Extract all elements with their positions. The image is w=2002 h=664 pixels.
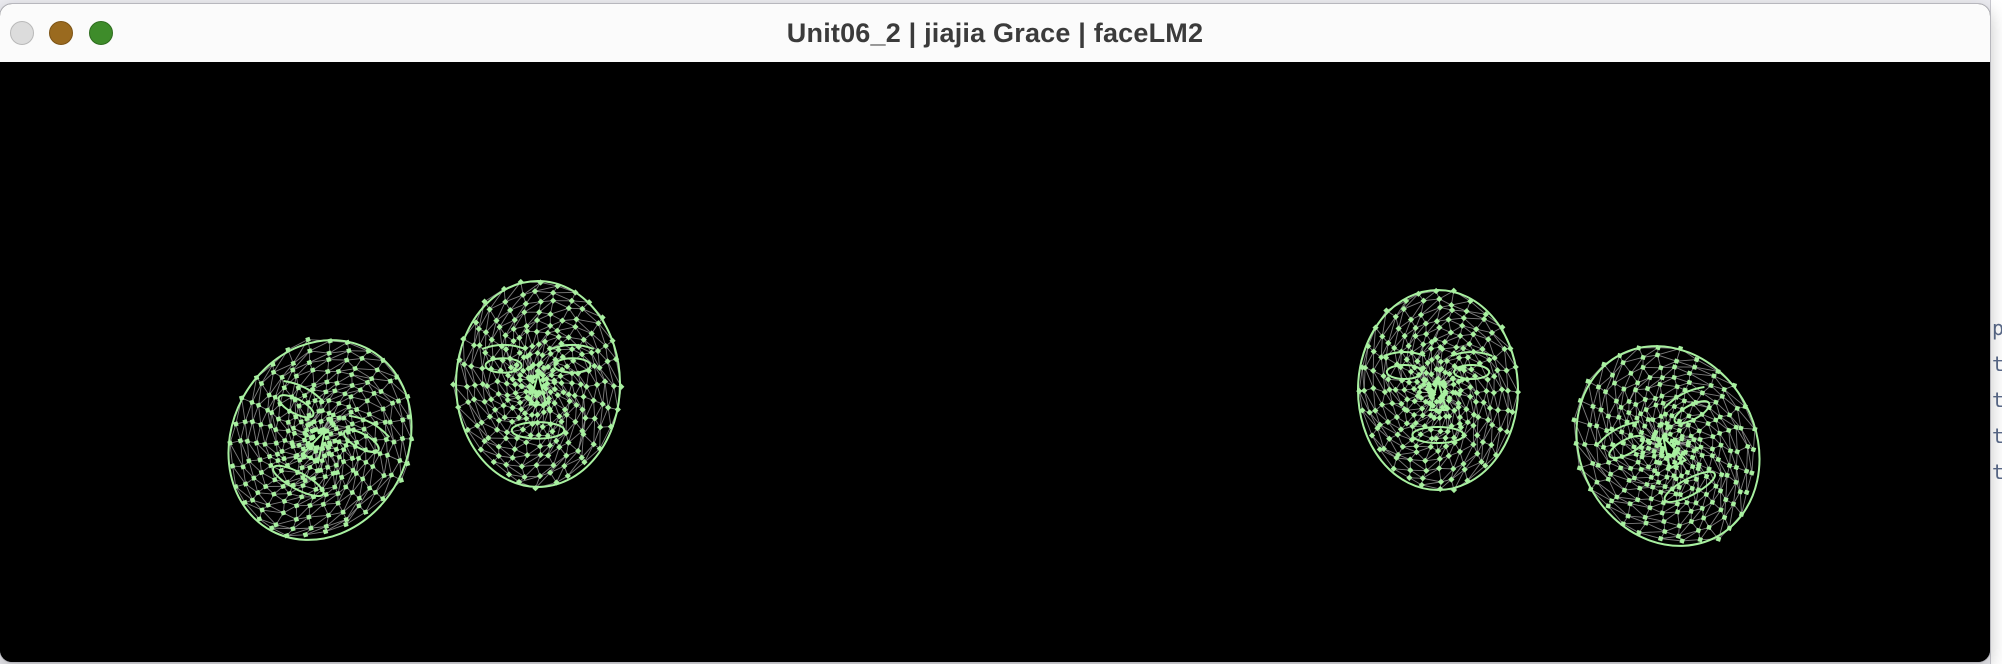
window-titlebar[interactable]: Unit06_2 | jiajia Grace | faceLM2: [0, 4, 1990, 63]
face-mesh-4: [1571, 344, 1761, 547]
face-mesh-2: [450, 278, 625, 492]
face-mesh-canvas: [227, 278, 1761, 547]
sketch-window: Unit06_2 | jiajia Grace | faceLM2: [0, 4, 1990, 662]
background-text-glyph: t: [1992, 352, 2002, 376]
landmark-points: [450, 278, 625, 492]
background-text-glyph: t: [1992, 388, 2002, 412]
background-text-glyph: p: [1992, 316, 2002, 340]
background-text-glyph: t: [1992, 424, 2002, 448]
face-outline: [1575, 345, 1761, 547]
background-window-edge[interactable]: p t t t t: [1990, 0, 2002, 664]
desktop: p t t t t Unit06_2 | jiajia Grace | face…: [0, 0, 2002, 664]
sketch-canvas[interactable]: [0, 62, 1990, 662]
face-mesh-3: [1356, 287, 1522, 494]
window-title: Unit06_2 | jiajia Grace | faceLM2: [786, 18, 1204, 48]
face-mesh-1: [227, 336, 415, 541]
background-text-glyph: t: [1992, 460, 2002, 484]
mesh-lines: [1573, 347, 1756, 542]
